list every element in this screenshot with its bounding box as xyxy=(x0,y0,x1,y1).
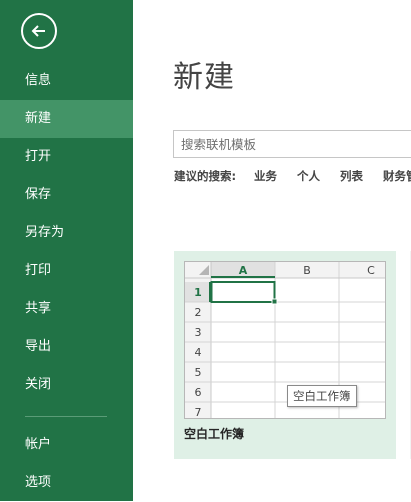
row-header: 5 xyxy=(195,366,202,379)
sidebar-item-options[interactable]: 选项 xyxy=(0,464,133,502)
suggested-search-link[interactable]: 业务 xyxy=(254,168,277,184)
row-header: 4 xyxy=(195,346,202,359)
search-box[interactable] xyxy=(173,130,411,158)
template-card-blank-workbook[interactable]: A B C 1 2 3 4 5 6 7 空白工作簿 xyxy=(174,251,396,459)
sidebar-item-new[interactable]: 新建 xyxy=(0,100,133,138)
suggested-search-link[interactable]: 个人 xyxy=(297,168,320,184)
sidebar-item-print[interactable]: 打印 xyxy=(0,252,133,290)
column-header: B xyxy=(303,264,311,277)
sidebar-item-open[interactable]: 打开 xyxy=(0,138,133,176)
column-header: C xyxy=(367,264,375,277)
suggested-search-link[interactable]: 财务管 xyxy=(383,168,411,184)
suggested-search-link[interactable]: 列表 xyxy=(340,168,363,184)
search-input[interactable] xyxy=(174,131,411,157)
backstage-sidebar: 信息 新建 打开 保存 另存为 打印 共享 导出 关闭 帐户 选项 xyxy=(0,0,133,501)
arrow-left-icon xyxy=(31,25,45,37)
column-header: A xyxy=(239,264,248,277)
row-header: 2 xyxy=(195,306,202,319)
suggested-searches-label: 建议的搜索: xyxy=(174,169,237,183)
row-header: 3 xyxy=(195,326,202,339)
sidebar-item-info[interactable]: 信息 xyxy=(0,62,133,100)
row-header: 7 xyxy=(195,406,202,419)
row-header: 6 xyxy=(195,386,202,399)
tooltip: 空白工作簿 xyxy=(287,385,357,407)
sidebar-item-save[interactable]: 保存 xyxy=(0,176,133,214)
sidebar-divider xyxy=(25,416,107,417)
row-header: 1 xyxy=(194,286,202,299)
sidebar-item-share[interactable]: 共享 xyxy=(0,290,133,328)
template-label: 空白工作簿 xyxy=(184,427,245,441)
sidebar-item-close[interactable]: 关闭 xyxy=(0,366,133,404)
sidebar-item-save-as[interactable]: 另存为 xyxy=(0,214,133,252)
sidebar-item-export[interactable]: 导出 xyxy=(0,328,133,366)
sidebar-item-account[interactable]: 帐户 xyxy=(0,426,133,464)
page-title: 新建 xyxy=(173,60,235,95)
back-button[interactable] xyxy=(21,13,57,49)
